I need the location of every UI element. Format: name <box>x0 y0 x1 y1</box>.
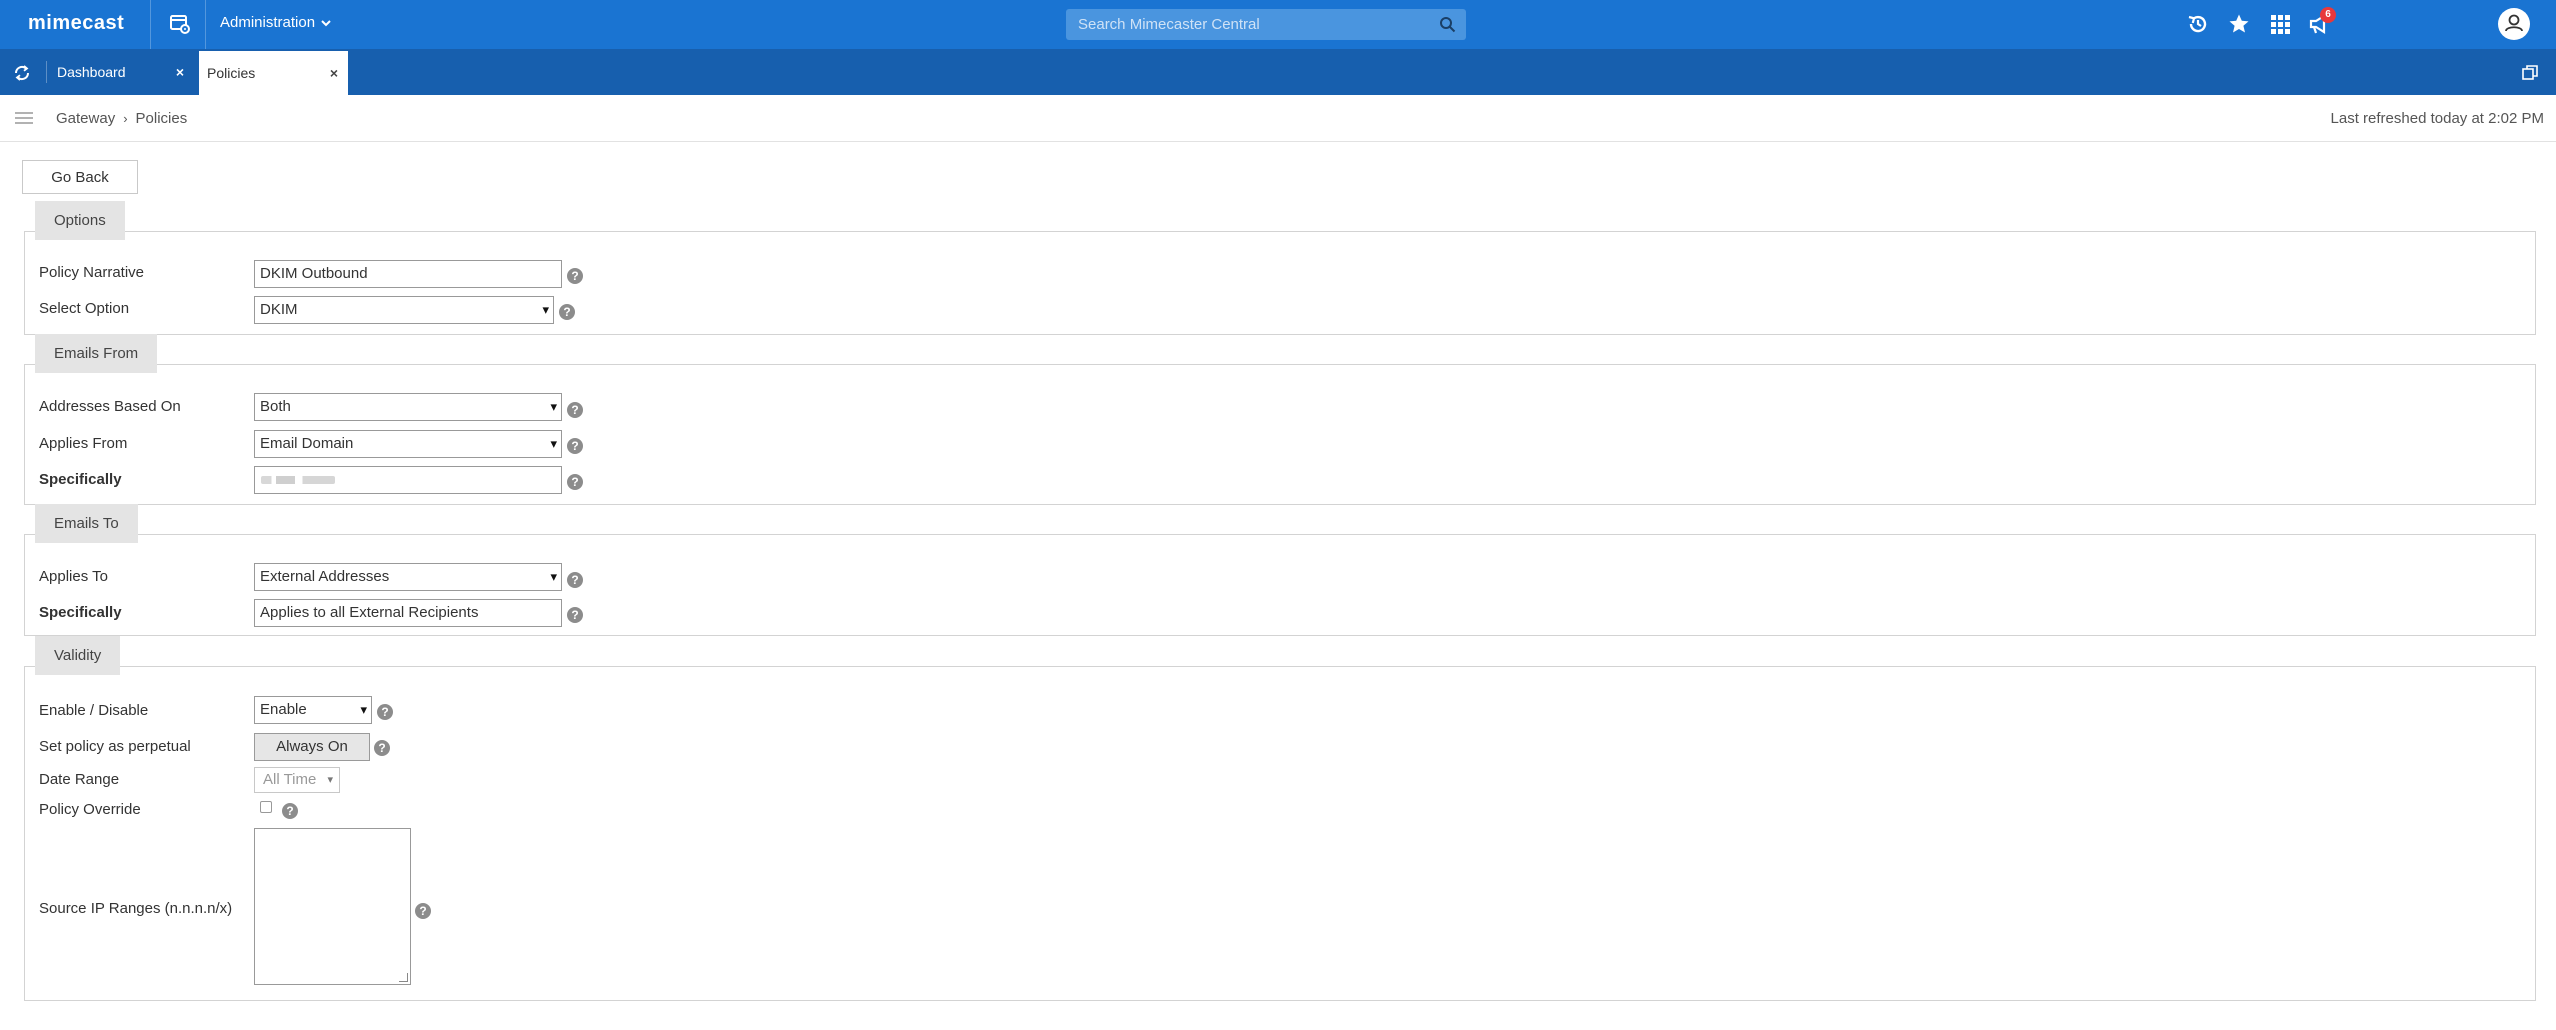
redacted-domain <box>261 476 335 484</box>
policy-narrative-label: Policy Narrative <box>39 264 145 281</box>
last-refreshed-text: Last refreshed today at 2:02 PM <box>2330 110 2544 127</box>
mimecast-logo[interactable]: mimecast <box>28 12 124 35</box>
source-ip-ranges-textarea[interactable] <box>254 828 411 985</box>
select-option-dropdown[interactable]: DKIM <box>254 296 554 324</box>
search-input[interactable] <box>1066 9 1426 40</box>
help-icon[interactable]: ? <box>374 740 390 756</box>
help-icon[interactable]: ? <box>567 572 583 588</box>
close-icon[interactable]: × <box>330 65 338 81</box>
breadcrumb: Gateway › Policies <box>56 110 187 127</box>
divider <box>205 0 206 49</box>
help-icon[interactable]: ? <box>567 402 583 418</box>
chevron-down-icon <box>321 19 331 26</box>
history-icon[interactable] <box>2186 12 2210 36</box>
star-icon[interactable] <box>2227 12 2251 36</box>
help-icon[interactable]: ? <box>282 803 298 819</box>
applies-to-dropdown[interactable]: External Addresses <box>254 563 562 591</box>
applies-from-label: Applies From <box>39 435 128 452</box>
notification-badge: 6 <box>2320 7 2336 23</box>
always-on-button[interactable]: Always On <box>254 733 370 761</box>
emails-from-specifically-input[interactable] <box>254 466 562 494</box>
policy-narrative-input[interactable]: DKIM Outbound <box>254 260 562 288</box>
policy-override-label: Policy Override <box>39 801 141 818</box>
emails-from-specifically-label: Specifically <box>39 471 122 488</box>
apps-grid-icon[interactable] <box>2268 12 2292 36</box>
top-navigation-bar: mimecast Administration 6 <box>0 0 2556 49</box>
select-option-label: Select Option <box>39 300 130 317</box>
validity-legend: Validity <box>35 636 121 675</box>
refresh-icon[interactable] <box>12 63 32 83</box>
administration-menu[interactable]: Administration <box>220 14 331 31</box>
addresses-based-on-label: Addresses Based On <box>39 398 181 415</box>
tab-label: Dashboard <box>57 64 126 80</box>
emails-to-specifically-input[interactable]: Applies to all External Recipients <box>254 599 562 627</box>
tab-policies[interactable]: Policies × <box>199 51 348 95</box>
close-icon[interactable]: × <box>176 64 184 80</box>
source-ip-ranges-label: Source IP Ranges (n.n.n.n/x) <box>39 900 233 917</box>
divider <box>150 0 151 49</box>
administration-menu-label: Administration <box>220 14 316 31</box>
admin-console-icon[interactable] <box>168 12 192 36</box>
applies-from-dropdown[interactable]: Email Domain <box>254 430 562 458</box>
breadcrumb-item-policies[interactable]: Policies <box>136 110 188 127</box>
help-icon[interactable]: ? <box>567 268 583 284</box>
date-range-label: Date Range <box>39 771 120 788</box>
emails-to-legend: Emails To <box>35 504 138 543</box>
addresses-based-on-dropdown[interactable]: Both <box>254 393 562 421</box>
applies-to-label: Applies To <box>39 568 108 585</box>
chevron-right-icon: › <box>123 111 128 126</box>
help-icon[interactable]: ? <box>415 903 431 919</box>
tab-label: Policies <box>207 65 256 81</box>
help-icon[interactable]: ? <box>567 607 583 623</box>
search-bar <box>1066 9 1466 40</box>
help-icon[interactable]: ? <box>559 304 575 320</box>
breadcrumb-item-gateway[interactable]: Gateway <box>56 110 115 127</box>
options-legend: Options <box>35 201 125 240</box>
help-icon[interactable]: ? <box>377 704 393 720</box>
help-icon[interactable]: ? <box>567 438 583 454</box>
policy-override-checkbox[interactable] <box>260 801 272 813</box>
tab-dashboard[interactable]: Dashboard × <box>46 61 194 83</box>
help-icon[interactable]: ? <box>567 474 583 490</box>
popout-icon[interactable] <box>2521 64 2539 82</box>
emails-from-legend: Emails From <box>35 334 158 373</box>
set-perpetual-label: Set policy as perpetual <box>39 738 191 755</box>
user-avatar[interactable] <box>2498 8 2530 40</box>
date-range-dropdown[interactable]: All Time <box>254 767 340 793</box>
enable-disable-label: Enable / Disable <box>39 702 149 719</box>
enable-disable-dropdown[interactable]: Enable <box>254 696 372 724</box>
tab-bar: Dashboard × Policies × <box>0 49 2556 95</box>
emails-to-specifically-label: Specifically <box>39 604 122 621</box>
go-back-button[interactable]: Go Back <box>22 160 138 194</box>
user-icon <box>2505 14 2523 32</box>
search-icon[interactable] <box>1439 16 1456 33</box>
hamburger-menu-icon[interactable] <box>15 111 33 125</box>
breadcrumb-bar: Gateway › Policies Last refreshed today … <box>0 95 2556 142</box>
